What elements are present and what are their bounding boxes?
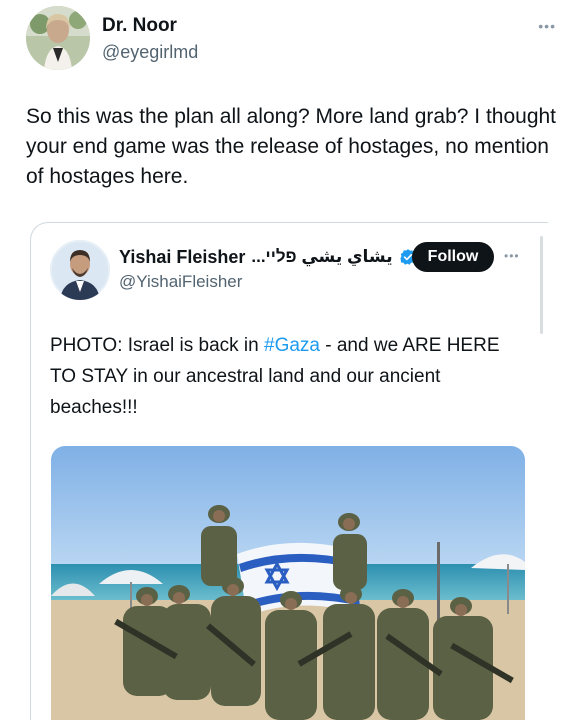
scrollbar[interactable] — [540, 236, 543, 334]
photo-image — [51, 446, 525, 720]
follow-button[interactable]: Follow — [412, 242, 494, 272]
avatar[interactable] — [26, 6, 90, 70]
more-dots-icon[interactable]: ••• — [504, 249, 520, 263]
author-name[interactable]: Dr. Noor — [102, 15, 177, 37]
tweet-header: Dr. Noor @eyegirlmd ••• — [26, 6, 556, 70]
quoted-author-row: Yishai Fleisher يشاي يشي פליי... — [119, 244, 417, 270]
author-handle[interactable]: @eyegirlmd — [102, 42, 198, 63]
quoted-author-handle[interactable]: @YishaiFleisher — [119, 272, 242, 292]
quoted-author-name[interactable]: Yishai Fleisher — [119, 247, 245, 268]
avatar[interactable] — [50, 240, 110, 300]
quoted-tweet-text: PHOTO: Israel is back in #Gaza - and we … — [50, 330, 520, 423]
quoted-author-name-rtl[interactable]: يشاي يشي פליי... — [251, 247, 392, 267]
tweet-photo[interactable] — [51, 446, 525, 720]
tweet-text: So this was the plan all along? More lan… — [26, 105, 557, 188]
more-dots-icon[interactable]: ••• — [538, 18, 556, 34]
quoted-text-before: PHOTO: Israel is back in — [50, 335, 264, 356]
hashtag-link[interactable]: #Gaza — [264, 335, 320, 356]
